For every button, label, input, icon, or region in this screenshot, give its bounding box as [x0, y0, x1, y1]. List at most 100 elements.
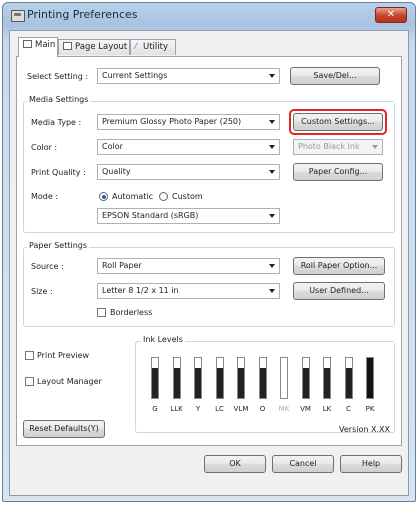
select-setting-value: Current Settings: [102, 71, 168, 80]
ink-levels-title: Ink Levels: [141, 335, 185, 344]
ink-fill-llk: [173, 368, 180, 398]
tab-page-layout[interactable]: Page Layout: [58, 39, 130, 55]
close-icon: ✕: [386, 9, 396, 20]
select-setting-dropdown[interactable]: Current Settings: [97, 68, 280, 84]
tab-utility[interactable]: ⁄ Utility: [130, 39, 176, 55]
borderless-label: Borderless: [110, 308, 153, 317]
color-label: Color :: [31, 143, 58, 152]
mode-automatic-radio[interactable]: [99, 192, 108, 201]
size-dropdown[interactable]: Letter 8 1/2 x 11 in: [97, 283, 280, 299]
chevron-down-icon: [269, 289, 275, 293]
layout-manager-label: Layout Manager: [37, 377, 102, 386]
size-label: Size :: [31, 287, 53, 296]
media-settings-title: Media Settings: [27, 95, 91, 104]
main-tab-panel: Select Setting : Current Settings Save/D…: [16, 56, 402, 446]
ink-fill-o: [259, 368, 266, 398]
black-ink-dropdown: Photo Black Ink: [293, 139, 383, 155]
media-type-dropdown[interactable]: Premium Glossy Photo Paper (250): [97, 114, 280, 130]
ink-bar-y: [194, 357, 202, 399]
roll-paper-option-button[interactable]: Roll Paper Option...: [293, 257, 385, 275]
layout-manager-checkbox[interactable]: [25, 377, 34, 386]
tab-label: Main: [35, 40, 56, 50]
tab-label: Page Layout: [75, 42, 128, 52]
ink-label-vm: VM: [300, 405, 311, 413]
ink-fill-pk: [367, 358, 373, 398]
reset-defaults-button[interactable]: Reset Defaults(Y): [23, 420, 105, 438]
paper-config-button[interactable]: Paper Config...: [293, 163, 383, 181]
ink-bar-lc: [215, 357, 224, 399]
color-value: Color: [102, 142, 123, 151]
title-bar[interactable]: Printing Preferences ✕: [3, 3, 415, 29]
mode-custom-radio[interactable]: [159, 192, 168, 201]
ink-fill-lc: [216, 368, 223, 398]
mode-label: Mode :: [31, 192, 59, 201]
window-title: Printing Preferences: [27, 8, 138, 21]
chevron-down-icon: [269, 214, 275, 218]
print-quality-value: Quality: [102, 167, 131, 176]
media-type-value: Premium Glossy Photo Paper (250): [102, 117, 242, 126]
chevron-down-icon: [269, 170, 275, 174]
ink-fill-lk: [324, 368, 330, 398]
ink-bar-c: [344, 357, 353, 399]
source-dropdown[interactable]: Roll Paper: [97, 258, 280, 274]
ink-label-mk: MK: [278, 405, 290, 413]
ink-label-lk: LK: [322, 405, 332, 413]
mode-dropdown[interactable]: EPSON Standard (sRGB): [97, 208, 280, 224]
chevron-down-icon: [269, 74, 275, 78]
dialog-client: Main Page Layout ⁄ Utility Select Setting…: [9, 30, 409, 496]
wrench-icon: ⁄: [135, 42, 137, 52]
user-defined-button[interactable]: User Defined...: [293, 282, 385, 300]
page-icon: [63, 42, 72, 50]
save-del-button[interactable]: Save/Del...: [290, 67, 380, 85]
version-text: Version X.XX: [339, 425, 390, 434]
mode-automatic-label: Automatic: [112, 192, 154, 201]
select-setting-label: Select Setting :: [27, 72, 89, 81]
print-preview-checkbox[interactable]: [25, 351, 34, 360]
close-button[interactable]: ✕: [375, 7, 407, 23]
print-quality-label: Print Quality :: [31, 168, 86, 177]
ink-label-y: Y: [195, 405, 201, 413]
ink-bar-vm: [301, 357, 310, 399]
ink-fill-g: [152, 368, 158, 398]
ink-label-o: O: [259, 405, 266, 413]
print-preview-label: Print Preview: [37, 351, 90, 360]
ink-fill-c: [345, 368, 352, 398]
ink-label-vlm: VLM: [233, 405, 249, 413]
ink-fill-vlm: [238, 368, 244, 398]
borderless-checkbox[interactable]: [97, 308, 106, 317]
tab-label: Utility: [143, 42, 169, 52]
chevron-down-icon: [372, 145, 378, 149]
printer-icon: [23, 40, 32, 48]
ink-label-pk: PK: [365, 405, 375, 413]
tab-main[interactable]: Main: [18, 37, 58, 57]
ink-label-g: G: [152, 405, 158, 413]
mode-custom-label: Custom: [172, 192, 203, 201]
media-type-label: Media Type :: [31, 118, 82, 127]
ink-bar-vlm: [237, 357, 245, 399]
ink-bar-lk: [323, 357, 331, 399]
ink-bar-pk: [366, 357, 374, 399]
ink-fill-y: [195, 368, 201, 398]
source-value: Roll Paper: [102, 261, 142, 270]
ink-fill-vm: [302, 368, 309, 398]
chevron-down-icon: [269, 145, 275, 149]
ok-button[interactable]: OK: [204, 455, 266, 473]
size-value: Letter 8 1/2 x 11 in: [102, 286, 179, 295]
ink-label-lc: LC: [215, 405, 224, 413]
ink-bar-o: [258, 357, 267, 399]
black-ink-value: Photo Black Ink: [298, 142, 360, 151]
chevron-down-icon: [269, 120, 275, 124]
color-dropdown[interactable]: Color: [97, 139, 280, 155]
printer-icon: [11, 10, 25, 22]
print-quality-dropdown[interactable]: Quality: [97, 164, 280, 180]
printing-preferences-window: Printing Preferences ✕ Main Page Layout …: [2, 2, 416, 502]
chevron-down-icon: [269, 264, 275, 268]
custom-settings-highlight: [289, 109, 387, 135]
ink-label-c: C: [346, 405, 351, 413]
source-label: Source :: [31, 262, 64, 271]
help-button[interactable]: Help: [340, 455, 402, 473]
ink-bar-mk: [280, 357, 288, 399]
ink-label-llk: LLK: [170, 405, 183, 413]
paper-settings-title: Paper Settings: [27, 241, 90, 250]
cancel-button[interactable]: Cancel: [272, 455, 334, 473]
